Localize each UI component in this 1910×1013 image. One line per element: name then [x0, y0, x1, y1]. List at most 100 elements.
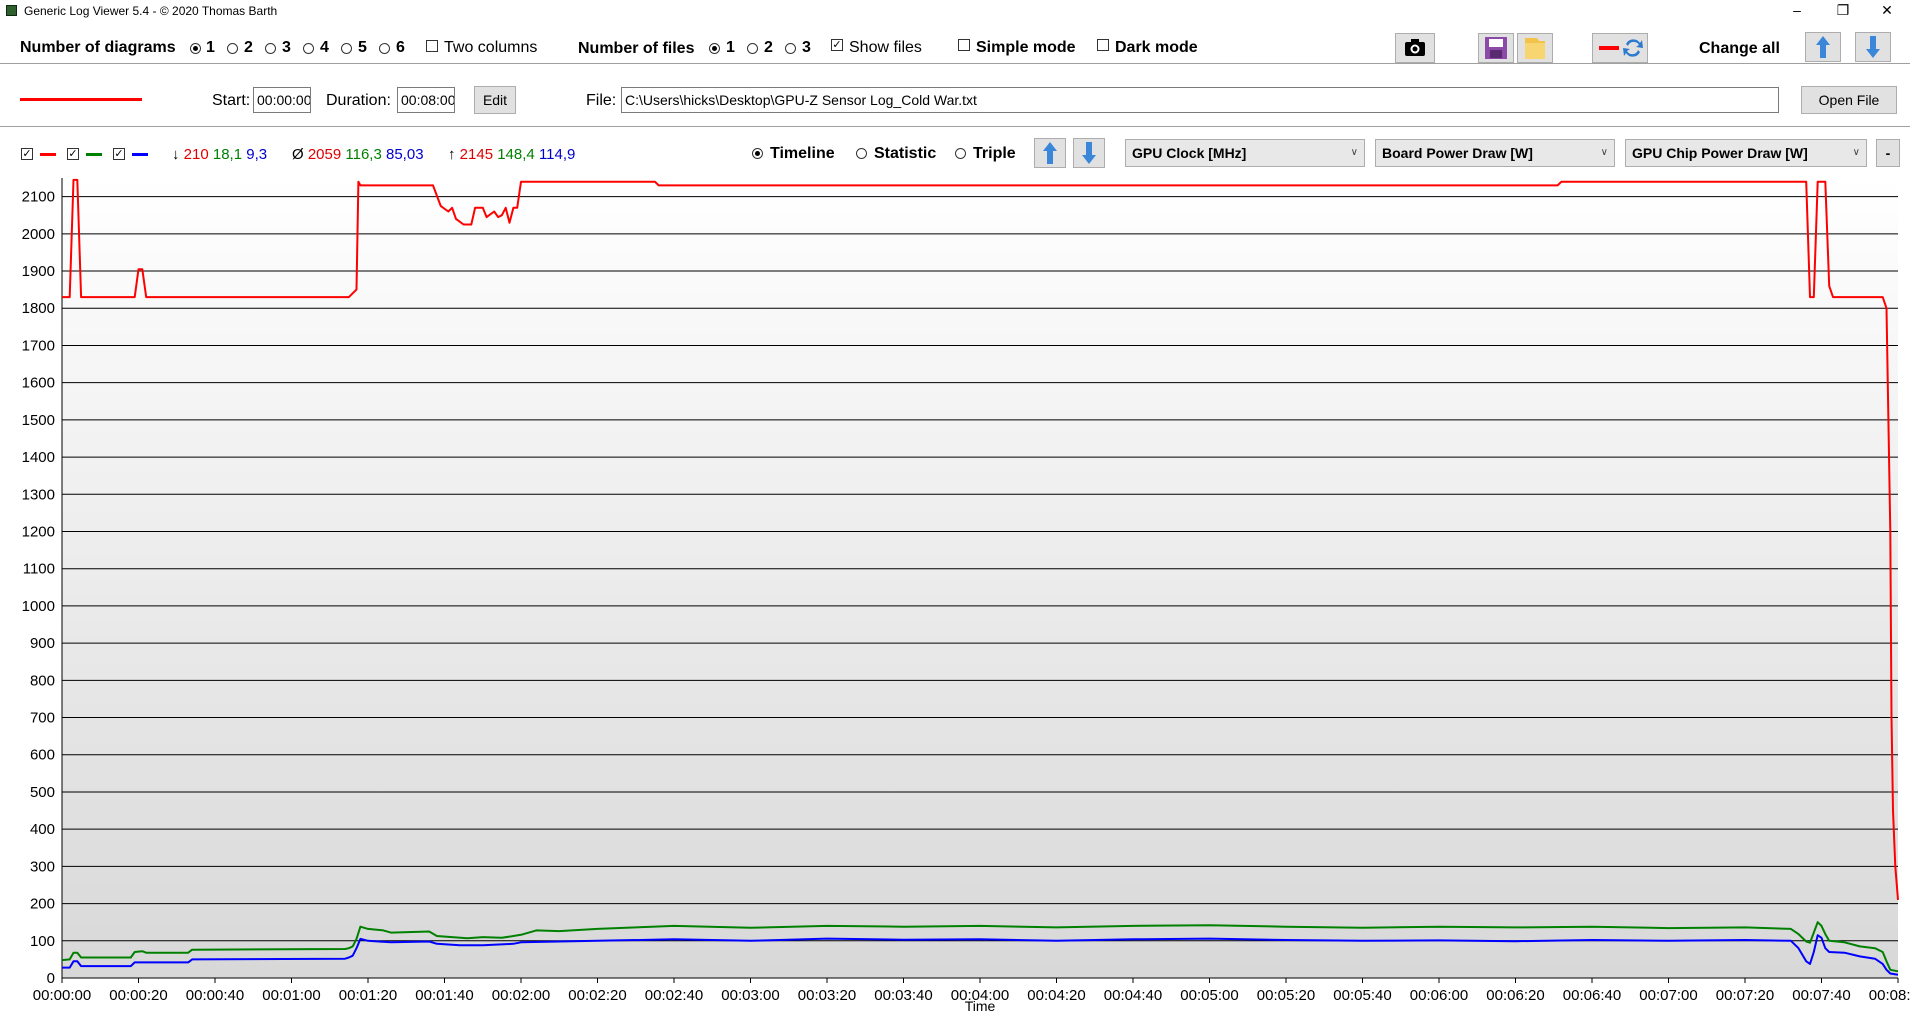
x-tick-label: 00:00:00 [33, 987, 91, 1004]
number-of-files-label: Number of files [578, 40, 695, 57]
x-tick-label: 00:02:20 [568, 987, 626, 1004]
close-button[interactable]: ✕ [1864, 0, 1910, 22]
number-of-diagrams-label: Number of diagrams [20, 39, 176, 56]
x-tick-label: 00:02:40 [645, 987, 703, 1004]
files-option-3: 3 [802, 39, 811, 56]
files-radio-3[interactable] [785, 43, 796, 54]
series-up-button[interactable] [1034, 138, 1066, 168]
y-tick-label: 1100 [23, 561, 55, 578]
show-files-checkbox[interactable]: ✓ [831, 39, 843, 51]
title-bar: Generic Log Viewer 5.4 - © 2020 Thomas B… [0, 0, 1910, 22]
app-icon [6, 5, 17, 16]
swap-lines-button[interactable] [1592, 33, 1648, 63]
restore-button[interactable]: ❐ [1820, 0, 1866, 22]
start-label: Start: [212, 92, 251, 109]
max-value-2: 148,4 [497, 146, 535, 163]
triple-label: Triple [973, 145, 1016, 162]
minimize-icon: – [1793, 2, 1801, 18]
series-2-checkbox[interactable]: ✓ [67, 148, 79, 160]
move-up-button[interactable] [1805, 32, 1841, 62]
y-tick-label: 1400 [22, 449, 55, 466]
edit-button[interactable]: Edit [474, 86, 516, 114]
files-radio-1[interactable] [709, 43, 720, 54]
screenshot-button[interactable] [1395, 33, 1435, 63]
two-columns-checkbox[interactable] [426, 40, 438, 52]
duration-input[interactable]: 00:08:00 [397, 87, 455, 113]
avg-value-3: 85,03 [386, 146, 424, 163]
series-2-select[interactable]: Board Power Draw [W] ∨ [1375, 139, 1615, 167]
x-tick-label: 00:05:20 [1257, 987, 1315, 1004]
series-1-select-value: GPU Clock [MHz] [1132, 145, 1247, 161]
statistic-radio[interactable] [856, 148, 867, 159]
files-radio-2[interactable] [747, 43, 758, 54]
avg-value-1: 2059 [307, 146, 342, 163]
series-1-select[interactable]: GPU Clock [MHz] ∨ [1125, 139, 1365, 167]
series-2-select-value: Board Power Draw [W] [1382, 145, 1533, 161]
series-3-select[interactable]: GPU Chip Power Draw [W] ∨ [1625, 139, 1867, 167]
diagrams-option-6: 6 [396, 39, 405, 56]
diagrams-option-1: 1 [206, 39, 215, 56]
arrow-up-icon [1043, 142, 1057, 164]
statistic-label: Statistic [874, 145, 937, 162]
camera-icon [1405, 39, 1425, 56]
move-down-button[interactable] [1855, 32, 1891, 62]
y-tick-label: 0 [47, 970, 55, 987]
diagrams-radio-6[interactable] [379, 43, 390, 54]
series-3-checkbox[interactable]: ✓ [113, 148, 125, 160]
diagrams-radio-4[interactable] [303, 43, 314, 54]
open-file-button[interactable]: Open File [1801, 86, 1897, 114]
simple-mode-checkbox[interactable] [958, 39, 970, 51]
min-symbol: ↓ [172, 146, 180, 163]
diagrams-radio-2[interactable] [227, 43, 238, 54]
x-tick-label: 00:04:20 [1027, 987, 1085, 1004]
x-axis-label: Time [965, 998, 996, 1013]
series-down-button[interactable] [1073, 138, 1105, 168]
y-tick-label: 1000 [22, 598, 55, 615]
diagrams-option-4: 4 [320, 39, 329, 56]
max-symbol: ↑ [448, 146, 456, 163]
minimize-button[interactable]: – [1774, 0, 1820, 22]
min-value-2: 18,1 [212, 146, 243, 163]
max-value-3: 114,9 [538, 146, 576, 163]
min-value-3: 9,3 [246, 146, 268, 163]
timeline-radio[interactable] [752, 148, 763, 159]
y-tick-label: 1300 [22, 486, 55, 503]
open-folder-button[interactable] [1517, 33, 1553, 63]
remove-diagram-button[interactable]: - [1876, 139, 1900, 167]
x-tick-label: 00:01:20 [339, 987, 397, 1004]
diagrams-radio-3[interactable] [265, 43, 276, 54]
x-tick-label: 00:03:00 [721, 987, 779, 1004]
y-tick-label: 500 [30, 784, 55, 801]
avg-value-2: 116,3 [345, 146, 382, 163]
folder-icon [1525, 38, 1545, 59]
x-tick-label: 00:07:20 [1716, 987, 1774, 1004]
start-time-input[interactable]: 00:00:00 [253, 87, 311, 113]
file-path-input[interactable]: C:\Users\hicks\Desktop\GPU-Z Sensor Log_… [621, 87, 1779, 113]
x-tick-label: 00:00:20 [109, 987, 167, 1004]
x-tick-label: 00:06:40 [1563, 987, 1621, 1004]
file-line-sample [20, 98, 142, 101]
y-tick-label: 400 [30, 821, 55, 838]
triple-radio[interactable] [955, 148, 966, 159]
diagrams-option-5: 5 [358, 39, 367, 56]
x-tick-label: 00:03:20 [798, 987, 856, 1004]
diagrams-radio-5[interactable] [341, 43, 352, 54]
x-tick-label: 00:01:40 [415, 987, 473, 1004]
series-1-checkbox[interactable]: ✓ [21, 148, 33, 160]
change-all-label: Change all [1699, 40, 1780, 57]
chevron-down-icon: ∨ [1350, 147, 1358, 158]
y-tick-label: 1200 [22, 523, 55, 540]
avg-symbol: Ø [292, 146, 304, 163]
y-tick-label: 900 [30, 635, 55, 652]
files-option-1: 1 [726, 39, 735, 56]
close-icon: ✕ [1881, 2, 1893, 18]
simple-mode-label: Simple mode [976, 39, 1076, 56]
save-button[interactable] [1478, 33, 1514, 63]
dark-mode-checkbox[interactable] [1097, 39, 1109, 51]
two-columns-label: Two columns [444, 39, 538, 56]
arrow-down-icon [1866, 36, 1880, 58]
y-tick-label: 300 [30, 858, 55, 875]
series-3-select-value: GPU Chip Power Draw [W] [1632, 145, 1808, 161]
file-label: File: [586, 92, 617, 109]
diagrams-radio-1[interactable] [190, 43, 201, 54]
